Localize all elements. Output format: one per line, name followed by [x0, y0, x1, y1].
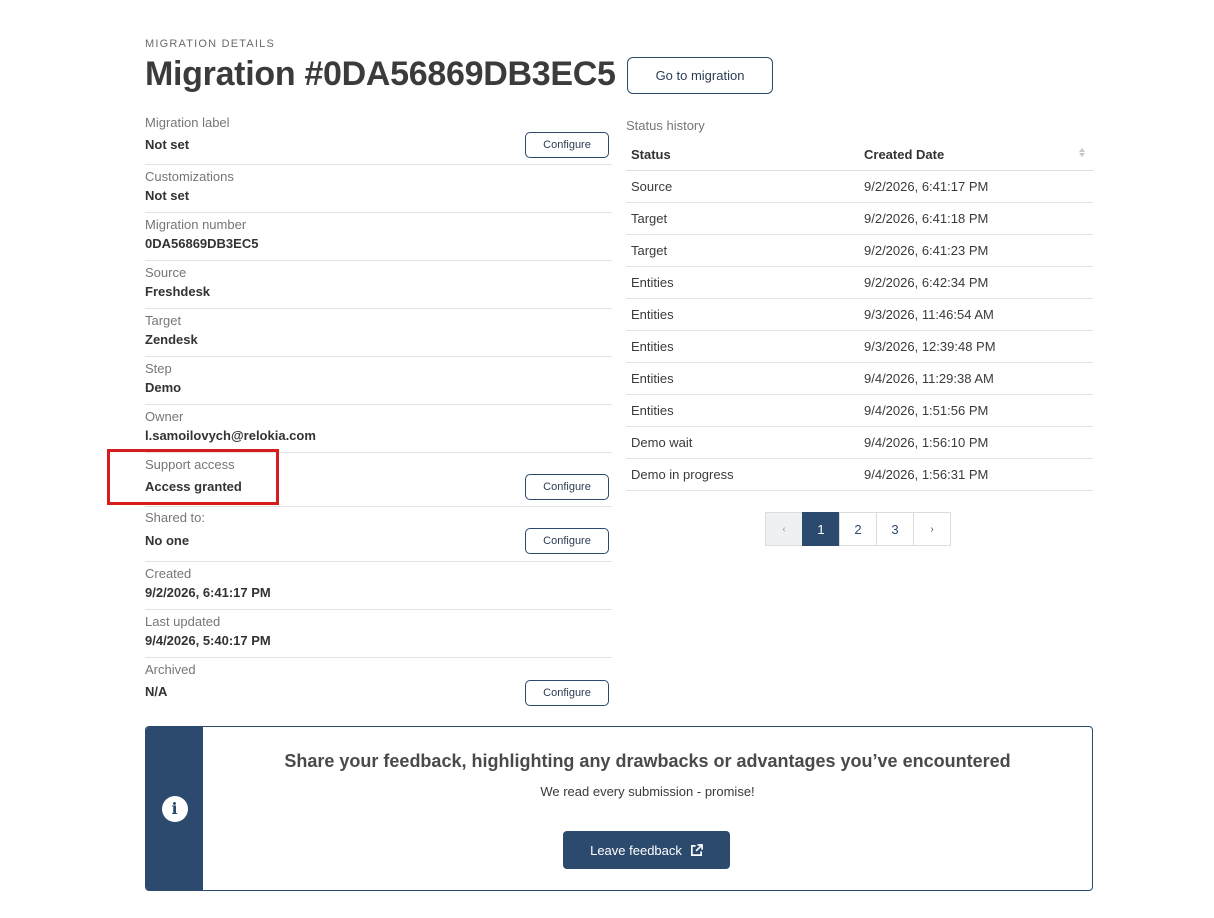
leave-feedback-button[interactable]: Leave feedback [563, 831, 730, 869]
detail-row-customizations: Customizations Not set [145, 165, 612, 213]
table-row: Target 9/2/2026, 6:41:23 PM [626, 234, 1093, 267]
info-icon: i [161, 795, 188, 822]
detail-label: Migration number [145, 217, 247, 232]
detail-label: Created [145, 566, 192, 581]
date-cell: 9/3/2026, 11:46:54 AM [859, 298, 1093, 331]
detail-value: 9/2/2026, 6:41:17 PM [145, 585, 271, 600]
pagination-page-3[interactable]: 3 [876, 512, 914, 546]
pagination-prev-button[interactable]: ‹ [765, 512, 803, 546]
external-link-icon [690, 843, 703, 856]
table-row: Entities 9/4/2026, 1:51:56 PM [626, 394, 1093, 427]
page-eyebrow: MIGRATION DETAILS [145, 38, 276, 50]
date-cell: 9/2/2026, 6:42:34 PM [859, 266, 1093, 299]
date-cell: 9/2/2026, 6:41:17 PM [859, 170, 1093, 203]
feedback-subtitle: We read every submission - promise! [540, 784, 755, 799]
status-cell: Target [626, 202, 859, 235]
detail-row-step: Step Demo [145, 357, 612, 405]
detail-row-migration-label: Migration label Not set Configure [145, 112, 612, 165]
table-row: Demo in progress 9/4/2026, 1:56:31 PM [626, 458, 1093, 491]
sort-icon[interactable] [1079, 148, 1085, 157]
leave-feedback-label: Leave feedback [590, 842, 682, 858]
detail-value: l.samoilovych@relokia.com [145, 428, 316, 443]
configure-archive-button[interactable]: Configure [525, 680, 609, 706]
detail-row-last-updated: Last updated 9/4/2026, 5:40:17 PM [145, 610, 612, 658]
detail-value: Demo [145, 380, 182, 395]
detail-value: Not set [145, 188, 190, 203]
detail-row-owner: Owner l.samoilovych@relokia.com [145, 405, 612, 453]
configure-migration-label-button[interactable]: Configure [525, 132, 609, 158]
detail-label: Archived [145, 662, 196, 677]
pagination: ‹ 1 2 3 › [765, 512, 951, 546]
table-row: Entities 9/4/2026, 11:29:38 AM [626, 362, 1093, 395]
migration-details-list: Migration label Not set Configure Custom… [145, 112, 612, 710]
status-cell: Source [626, 170, 859, 203]
status-history-panel: Status history Status Created Date Sourc… [626, 118, 1093, 491]
feedback-sidebar: i [146, 727, 203, 890]
page-title: Migration #0DA56869DB3EC5 [145, 55, 616, 93]
date-cell: 9/4/2026, 1:56:10 PM [859, 426, 1093, 459]
status-cell: Entities [626, 394, 859, 427]
status-cell: Target [626, 234, 859, 267]
date-cell: 9/4/2026, 1:56:31 PM [859, 458, 1093, 491]
detail-label: Source [145, 265, 187, 280]
status-history-table: Status Created Date Source 9/2/2026, 6:41… [626, 140, 1093, 491]
detail-row-shared-to: Shared to: No one Configure [145, 507, 612, 562]
feedback-title: Share your feedback, highlighting any dr… [284, 751, 1011, 771]
detail-label: Target [145, 313, 182, 328]
date-cell: 9/4/2026, 11:29:38 AM [859, 362, 1093, 395]
status-cell: Entities [626, 266, 859, 299]
configure-sharing-button[interactable]: Configure [525, 528, 609, 554]
support-access-highlight-box [107, 449, 279, 505]
detail-value: Zendesk [145, 332, 198, 347]
detail-value: 0DA56869DB3EC5 [145, 236, 259, 251]
date-cell: 9/4/2026, 1:51:56 PM [859, 394, 1093, 427]
detail-row-archived: Archived N/A Configure [145, 658, 612, 710]
table-row: Source 9/2/2026, 6:41:17 PM [626, 170, 1093, 203]
date-cell: 9/2/2026, 6:41:18 PM [859, 202, 1093, 235]
pagination-page-2[interactable]: 2 [839, 512, 877, 546]
date-cell: 9/3/2026, 12:39:48 PM [859, 330, 1093, 363]
detail-row-source: Source Freshdesk [145, 261, 612, 309]
column-header-status[interactable]: Status [626, 140, 859, 171]
column-header-created-date[interactable]: Created Date [859, 140, 1093, 171]
detail-row-target: Target Zendesk [145, 309, 612, 357]
detail-value: 9/4/2026, 5:40:17 PM [145, 633, 271, 648]
table-row: Entities 9/3/2026, 11:46:54 AM [626, 298, 1093, 331]
date-cell: 9/2/2026, 6:41:23 PM [859, 234, 1093, 267]
detail-label: Last updated [145, 614, 221, 629]
detail-row-created: Created 9/2/2026, 6:41:17 PM [145, 562, 612, 610]
detail-label: Owner [145, 409, 184, 424]
feedback-banner: i Share your feedback, highlighting any … [145, 726, 1093, 891]
detail-value: Freshdesk [145, 284, 211, 299]
detail-label: Migration label [145, 115, 230, 130]
status-cell: Entities [626, 298, 859, 331]
status-cell: Entities [626, 330, 859, 363]
status-cell: Demo wait [626, 426, 859, 459]
status-history-label: Status history [626, 118, 705, 133]
table-row: Entities 9/3/2026, 12:39:48 PM [626, 330, 1093, 363]
status-cell: Entities [626, 362, 859, 395]
column-header-label: Created Date [864, 147, 945, 163]
go-to-migration-button[interactable]: Go to migration [627, 57, 773, 94]
pagination-page-1[interactable]: 1 [802, 512, 840, 546]
pagination-next-button[interactable]: › [913, 512, 951, 546]
status-cell: Demo in progress [626, 458, 859, 491]
detail-label: Shared to: [145, 510, 205, 525]
table-row: Entities 9/2/2026, 6:42:34 PM [626, 266, 1093, 299]
configure-support-access-button[interactable]: Configure [525, 474, 609, 500]
detail-row-migration-number: Migration number 0DA56869DB3EC5 [145, 213, 612, 261]
table-row: Demo wait 9/4/2026, 1:56:10 PM [626, 426, 1093, 459]
table-row: Target 9/2/2026, 6:41:18 PM [626, 202, 1093, 235]
detail-label: Customizations [145, 169, 234, 184]
detail-label: Step [145, 361, 172, 376]
